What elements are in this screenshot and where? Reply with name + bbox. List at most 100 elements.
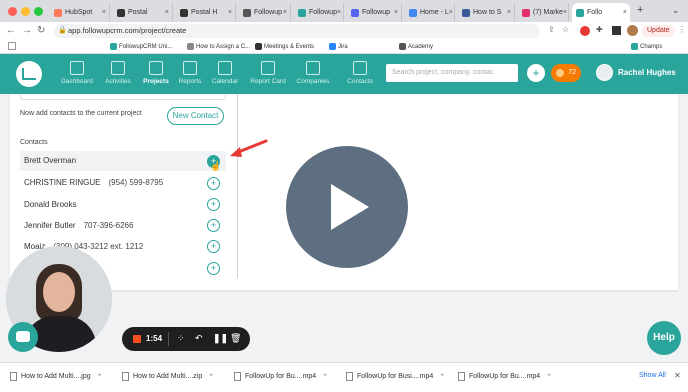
close-tab-icon[interactable]: × — [507, 9, 511, 16]
browser-tab[interactable]: (7) Marke × — [518, 3, 569, 22]
bookmark-favicon-icon — [399, 43, 406, 50]
add-contacts-hint: Now add contacts to the current project — [20, 110, 142, 117]
add-contact-plus-button[interactable]: + — [207, 262, 220, 275]
download-item[interactable]: FollowUp for Bu....mp4 ⌃ — [458, 372, 552, 381]
apps-grid-icon[interactable] — [8, 42, 16, 50]
contact-name: Donald Brooks — [24, 200, 77, 209]
browser-tab[interactable]: Followup × — [239, 3, 291, 22]
close-tab-icon[interactable]: × — [165, 9, 169, 16]
presenter-face — [43, 272, 75, 312]
minimize-window-icon[interactable] — [21, 7, 30, 16]
nav-calendar[interactable]: Calendar — [203, 61, 247, 85]
chat-button[interactable] — [8, 322, 38, 352]
browser-tab[interactable]: How to S × — [458, 3, 515, 22]
stop-recording-icon[interactable] — [133, 335, 141, 343]
download-item[interactable]: How to Add Multi....zip ⌃ — [122, 372, 214, 381]
browser-tab[interactable]: Postal H × — [176, 3, 236, 22]
close-tab-icon[interactable]: × — [283, 9, 287, 16]
undo-icon[interactable]: ↶ — [195, 333, 203, 344]
maximize-window-icon[interactable] — [34, 7, 43, 16]
nav-report-card[interactable]: Report Card — [246, 61, 290, 85]
download-item[interactable]: FollowUp for Busi....mp4 ⌃ — [346, 372, 445, 381]
new-tab-button[interactable]: + — [637, 4, 643, 16]
browser-tab[interactable]: Postal × — [113, 3, 173, 22]
contact-row[interactable]: Brett Overman — [20, 151, 226, 171]
close-tab-icon[interactable]: × — [102, 9, 106, 16]
downloads-bar: How to Add Multi....jpg ⌃ How to Add Multi… — [0, 362, 688, 392]
bell-icon — [556, 69, 564, 77]
sidepanel-icon[interactable] — [612, 26, 621, 35]
add-contact-plus-button[interactable]: + — [207, 177, 220, 190]
bookmark-item[interactable]: How to Assign a C... — [187, 43, 250, 50]
add-contact-plus-button[interactable]: + — [207, 198, 220, 211]
help-button[interactable]: Help — [647, 321, 681, 355]
pause-icon[interactable]: ❚❚ — [213, 333, 228, 344]
followup-logo[interactable] — [16, 61, 42, 87]
bookmark-item[interactable]: FollowupCRM Uni... — [110, 43, 172, 50]
browser-tab[interactable]: Followup × — [347, 3, 402, 22]
chevron-up-icon[interactable]: ⌃ — [208, 373, 214, 381]
star-icon[interactable]: ☆ — [562, 25, 569, 34]
contact-row[interactable]: Donald Brooks — [20, 195, 226, 215]
search-input[interactable]: Search project, company, contac — [386, 64, 518, 82]
more-menu-icon[interactable]: ⋮ — [678, 25, 686, 34]
tab-favicon-icon — [576, 8, 584, 17]
tab-favicon-icon — [243, 8, 251, 17]
file-icon — [122, 372, 129, 381]
bookmark-item[interactable]: Academy — [399, 43, 433, 50]
close-tab-icon[interactable]: × — [394, 9, 398, 16]
chevron-up-icon[interactable]: ⌃ — [97, 373, 103, 381]
tab-list-chevron-icon[interactable]: ⌄ — [672, 5, 680, 16]
draw-tool-icon[interactable]: ⁘ — [177, 333, 185, 344]
close-tab-icon[interactable]: × — [623, 9, 627, 16]
reload-icon[interactable]: ↻ — [37, 25, 45, 36]
nav-contacts[interactable]: Contacts — [338, 61, 382, 85]
download-item[interactable]: How to Add Multi....jpg ⌃ — [10, 372, 103, 381]
new-contact-button[interactable]: New Contact — [167, 107, 224, 125]
recording-time: 1:54 — [146, 334, 163, 343]
browser-tab[interactable]: HubSpot × — [50, 3, 110, 22]
chevron-up-icon[interactable]: ⌃ — [546, 373, 552, 381]
browser-tab[interactable]: Followup × — [294, 3, 344, 22]
bookmark-item[interactable]: Meetings & Events — [255, 43, 314, 50]
close-tab-icon[interactable]: × — [449, 9, 453, 16]
close-tab-icon[interactable]: × — [337, 9, 341, 16]
close-window-icon[interactable] — [8, 7, 17, 16]
extensions-puzzle-icon[interactable]: ✚ — [596, 25, 603, 34]
contact-name: Brett Overman — [24, 156, 77, 165]
close-tab-icon[interactable]: × — [228, 9, 232, 16]
extension-icon[interactable] — [580, 26, 590, 36]
video-play-button[interactable] — [286, 146, 408, 268]
tab-favicon-icon — [180, 8, 188, 17]
bookmark-item[interactable]: Jira — [329, 43, 348, 50]
nav-dashboard[interactable]: Dashboard — [55, 61, 99, 85]
chevron-up-icon[interactable]: ⌃ — [439, 373, 445, 381]
close-downloads-icon[interactable]: ✕ — [674, 371, 681, 380]
address-bar[interactable]: 🔒 app.followupcrm.com/project/create — [54, 24, 540, 38]
update-button[interactable]: Update — [642, 25, 675, 37]
nav-companies[interactable]: Companies — [291, 61, 335, 85]
bookmark-favicon-icon — [187, 43, 194, 50]
building-icon — [306, 61, 320, 75]
browser-tab[interactable]: Home - L × — [405, 3, 455, 22]
forward-icon[interactable]: → — [22, 25, 32, 36]
add-contact-plus-button[interactable]: + — [207, 219, 220, 232]
user-avatar[interactable] — [596, 64, 613, 81]
contact-row[interactable]: CHRISTINE RINGUE (954) 599-8795 — [20, 173, 226, 193]
add-contact-plus-button[interactable]: + — [207, 240, 220, 253]
chevron-up-icon[interactable]: ⌃ — [322, 373, 328, 381]
trash-icon[interactable]: 🗑 — [230, 333, 241, 344]
profile-avatar-icon[interactable] — [627, 25, 638, 36]
show-all-downloads-link[interactable]: Show All — [639, 372, 666, 379]
contact-row[interactable]: Jennifer Butler 707-396-6266 — [20, 216, 226, 236]
share-icon[interactable]: ⇪ — [548, 25, 555, 34]
notification-badge[interactable]: 72 — [551, 64, 581, 82]
download-item[interactable]: FollowUp for Bu....mp4 ⌃ — [234, 372, 328, 381]
back-icon[interactable]: ← — [6, 25, 16, 36]
close-tab-icon[interactable]: × — [563, 9, 567, 16]
quick-add-button[interactable]: + — [527, 64, 545, 82]
chat-bubble-icon — [16, 331, 30, 342]
bookmark-item[interactable]: Champs — [631, 43, 662, 50]
user-name[interactable]: Rachel Hughes — [618, 68, 676, 77]
browser-tab[interactable]: Follo × — [572, 3, 630, 22]
